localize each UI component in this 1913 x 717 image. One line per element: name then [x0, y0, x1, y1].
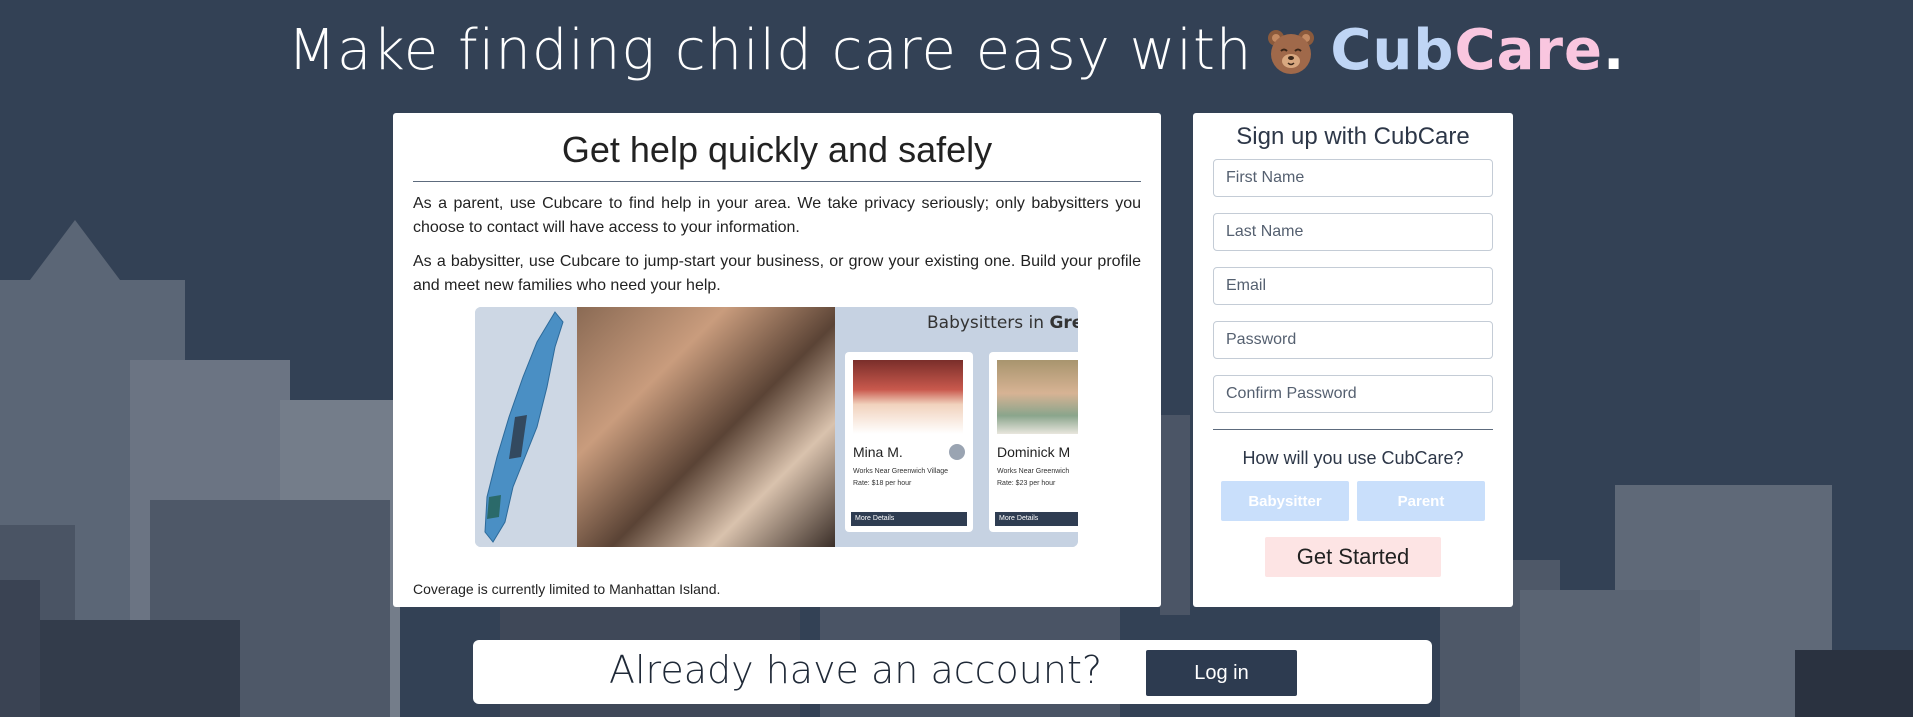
babysitter-button[interactable]: Babysitter [1221, 481, 1349, 521]
first-name-field[interactable] [1213, 159, 1493, 197]
brand-name-care: Care [1454, 18, 1603, 83]
calendar-icon [949, 444, 965, 460]
sitter-rate: Rate: $23 per hour [997, 480, 1056, 487]
sitter-rate: Rate: $18 per hour [853, 480, 912, 487]
signup-title: Sign up with CubCare [1236, 123, 1470, 150]
sitter-card: Dominick M Works Near Greenwich Rate: $2… [989, 352, 1078, 532]
building [1795, 650, 1913, 717]
family-photo [577, 307, 835, 547]
usage-question: How will you use CubCare? [1242, 448, 1464, 468]
bear-logo-icon [1266, 26, 1316, 76]
more-details-button: More Details [995, 512, 1078, 526]
promo-title-place: Gree [1049, 313, 1078, 333]
login-button[interactable]: Log in [1146, 650, 1297, 696]
sitter-photo [997, 360, 1078, 434]
email-field[interactable] [1213, 267, 1493, 305]
brand-period: . [1602, 18, 1626, 83]
coverage-note: Coverage is currently limited to Manhatt… [413, 581, 721, 597]
building [40, 620, 240, 717]
building [30, 220, 120, 280]
hero-heading: Make finding child care easy with CubCar… [0, 18, 1913, 83]
get-started-button[interactable]: Get Started [1265, 537, 1441, 577]
building [0, 580, 40, 717]
sitter-name: Mina M. [853, 444, 903, 460]
promo-image: Babysitters in Gree Mina M. Works Near G… [475, 307, 1078, 547]
building [1160, 415, 1190, 615]
sitter-photo [853, 360, 963, 434]
promo-title: Babysitters in Gree [927, 313, 1078, 333]
manhattan-map [475, 307, 575, 547]
promo-title-prefix: Babysitters in [927, 313, 1050, 333]
login-prompt: Already have an account? [609, 648, 1103, 692]
login-bar: Already have an account? Log in [473, 640, 1432, 704]
hero-headline: Make finding child care easy with [287, 18, 1253, 83]
brand-name: CubCare. [1330, 18, 1625, 83]
divider [1213, 429, 1493, 430]
parent-button[interactable]: Parent [1357, 481, 1485, 521]
confirm-password-field[interactable] [1213, 375, 1493, 413]
brand-name-cub: Cub [1330, 18, 1455, 83]
info-card: Get help quickly and safely As a parent,… [393, 113, 1161, 607]
sitter-card: Mina M. Works Near Greenwich Village Rat… [845, 352, 973, 532]
sitter-name: Dominick M [997, 444, 1071, 460]
role-selector: Babysitter Parent [1213, 481, 1493, 521]
more-details-button: More Details [851, 512, 967, 526]
sitter-location: Works Near Greenwich [997, 468, 1070, 475]
last-name-field[interactable] [1213, 213, 1493, 251]
building [1520, 590, 1700, 717]
sitter-location: Works Near Greenwich Village [853, 468, 949, 475]
signup-card: Sign up with CubCare How will you use Cu… [1193, 113, 1513, 607]
parent-paragraph: As a parent, use Cubcare to find help in… [413, 195, 1141, 236]
password-field[interactable] [1213, 321, 1493, 359]
info-title: Get help quickly and safely [413, 129, 1141, 182]
babysitter-paragraph: As a babysitter, use Cubcare to jump-sta… [413, 253, 1141, 294]
